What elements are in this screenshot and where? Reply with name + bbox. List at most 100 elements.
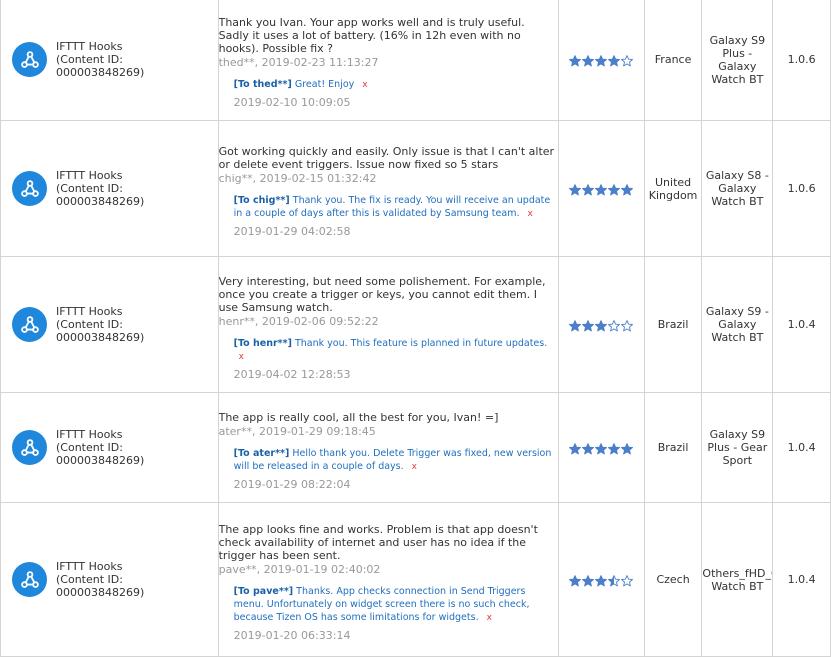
device: Galaxy S9 Plus - Galaxy Watch BT bbox=[709, 33, 766, 86]
device-cell: Galaxy S8 - Galaxy Watch BT bbox=[701, 120, 774, 257]
star-rating bbox=[569, 319, 634, 332]
review-author-date: ater**, 2019-01-29 09:18:45 bbox=[218, 424, 376, 438]
version-cell: 1.0.6 bbox=[772, 120, 831, 257]
version-cell: 1.0.4 bbox=[772, 392, 831, 503]
review-author-date: henr**, 2019-02-06 09:52:22 bbox=[218, 314, 379, 328]
table-row: IFTTT Hooks (Content ID: 000003848269) T… bbox=[0, 502, 831, 657]
app-info: IFTTT Hooks (Content ID: 000003848269) bbox=[56, 169, 144, 208]
rating-cell bbox=[557, 256, 645, 393]
country-cell: Czech bbox=[643, 502, 703, 657]
star-rating bbox=[569, 183, 634, 196]
content-id-label: (Content ID: bbox=[56, 318, 123, 331]
reply-date: 2019-01-29 08:22:04 bbox=[233, 477, 351, 491]
star-filled-icon bbox=[582, 319, 595, 332]
app-info: IFTTT Hooks (Content ID: 000003848269) bbox=[56, 560, 144, 599]
review-text: Thank you Ivan. Your app works well and … bbox=[218, 16, 525, 55]
seller-reply: [To chig**] Thank you. The fix is ready.… bbox=[234, 194, 558, 221]
seller-reply: [To pave**] Thanks. App checks connectio… bbox=[234, 585, 558, 625]
app-version: 1.0.6 bbox=[787, 53, 816, 66]
delete-reply-icon[interactable]: x bbox=[412, 462, 417, 472]
device-cell: Galaxy S9 - Galaxy Watch BT bbox=[701, 256, 774, 393]
review-author-date: pave**, 2019-01-19 02:40:02 bbox=[218, 563, 381, 576]
star-filled-icon bbox=[595, 442, 608, 455]
star-filled-icon bbox=[595, 183, 608, 196]
review-cell: Thank you Ivan. Your app works well and … bbox=[217, 0, 559, 121]
reply-recipient: [To thed**] bbox=[233, 79, 292, 90]
reply-date: 2019-01-29 04:02:58 bbox=[233, 225, 351, 238]
app-name: IFTTT Hooks bbox=[56, 169, 123, 182]
star-filled-icon bbox=[608, 442, 621, 455]
country-cell: United Kingdom bbox=[643, 120, 703, 257]
star-rating bbox=[569, 54, 634, 67]
star-filled-icon bbox=[569, 442, 582, 455]
version-cell: 1.0.4 bbox=[772, 502, 831, 657]
review-text: Very interesting, but need some polishem… bbox=[218, 274, 546, 314]
version-cell: 1.0.4 bbox=[772, 256, 831, 393]
delete-reply-icon[interactable]: x bbox=[239, 352, 244, 362]
country: Brazil bbox=[657, 441, 689, 454]
seller-reply: [To thed**] Great! Enjoy x bbox=[234, 78, 558, 92]
star-filled-icon bbox=[582, 183, 595, 196]
star-filled-icon bbox=[569, 319, 582, 332]
reply-recipient: [To pave**] bbox=[233, 586, 294, 597]
country-cell: France bbox=[643, 0, 703, 121]
app-cell: IFTTT Hooks (Content ID: 000003848269) bbox=[0, 120, 219, 257]
app-name: IFTTT Hooks bbox=[56, 305, 123, 318]
review-text: Got working quickly and easily. Only iss… bbox=[218, 145, 555, 171]
app-cell: IFTTT Hooks (Content ID: 000003848269) bbox=[0, 256, 219, 393]
star-filled-icon bbox=[621, 183, 634, 196]
star-filled-icon bbox=[608, 54, 621, 67]
review-cell: Very interesting, but need some polishem… bbox=[217, 256, 559, 393]
device-cell: Galaxy S9 Plus - Gear Sport bbox=[701, 392, 774, 503]
review-text: The app is really cool, all the best for… bbox=[218, 410, 499, 424]
star-filled-icon bbox=[569, 183, 582, 196]
device: Galaxy S9 - Galaxy Watch BT bbox=[705, 305, 769, 344]
star-filled-icon bbox=[595, 54, 608, 67]
content-id: 000003848269) bbox=[56, 331, 145, 344]
version-cell: 1.0.6 bbox=[772, 0, 831, 121]
app-cell: IFTTT Hooks (Content ID: 000003848269) bbox=[0, 502, 219, 657]
webhooks-icon bbox=[12, 430, 47, 465]
content-id-label: (Content ID: bbox=[56, 182, 123, 195]
star-empty-icon bbox=[621, 574, 634, 587]
star-empty-icon bbox=[621, 319, 634, 332]
star-rating bbox=[569, 442, 634, 455]
review-cell: The app looks fine and works. Problem is… bbox=[217, 502, 559, 657]
star-filled-icon bbox=[621, 442, 634, 455]
review-author-date: chig**, 2019-02-15 01:32:42 bbox=[218, 172, 377, 185]
star-filled-icon bbox=[582, 574, 595, 587]
country: France bbox=[654, 53, 692, 66]
star-filled-icon bbox=[569, 574, 582, 587]
rating-cell bbox=[557, 392, 645, 503]
content-id-label: (Content ID: bbox=[56, 573, 123, 586]
device: Galaxy S9 Plus - Gear Sport bbox=[707, 428, 768, 467]
star-rating bbox=[569, 574, 634, 587]
app-version: 1.0.4 bbox=[787, 573, 816, 586]
star-filled-icon bbox=[608, 183, 621, 196]
star-filled-icon bbox=[595, 574, 608, 587]
content-id: 000003848269) bbox=[56, 586, 145, 599]
content-id: 000003848269) bbox=[56, 454, 145, 467]
delete-reply-icon[interactable]: x bbox=[487, 613, 492, 623]
reply-recipient: [To ater**] bbox=[233, 447, 290, 459]
seller-reply: [To ater**] Hello thank you. Delete Trig… bbox=[234, 447, 558, 474]
app-info: IFTTT Hooks (Content ID: 000003848269) bbox=[56, 40, 144, 79]
star-filled-icon bbox=[595, 319, 608, 332]
reply-date: 2019-04-02 12:28:53 bbox=[233, 367, 351, 381]
app-version: 1.0.4 bbox=[787, 318, 816, 331]
country-cell: Brazil bbox=[643, 392, 703, 503]
content-id-label: (Content ID: bbox=[56, 441, 123, 454]
country-cell: Brazil bbox=[643, 256, 703, 393]
rating-cell bbox=[557, 0, 645, 121]
star-empty-icon bbox=[621, 54, 634, 67]
app-version: 1.0.6 bbox=[787, 182, 816, 195]
delete-reply-icon[interactable]: x bbox=[528, 209, 533, 219]
star-empty-icon bbox=[608, 319, 621, 332]
rating-cell bbox=[557, 502, 645, 657]
reply-date: 2019-01-20 06:33:14 bbox=[233, 629, 351, 642]
seller-reply: [To henr**] Thank you. This feature is p… bbox=[234, 337, 558, 364]
delete-reply-icon[interactable]: x bbox=[362, 80, 367, 90]
reply-text: Thank you. This feature is planned in fu… bbox=[294, 337, 548, 349]
reply-recipient: [To chig**] bbox=[233, 195, 290, 206]
app-cell: IFTTT Hooks (Content ID: 000003848269) bbox=[0, 392, 219, 503]
